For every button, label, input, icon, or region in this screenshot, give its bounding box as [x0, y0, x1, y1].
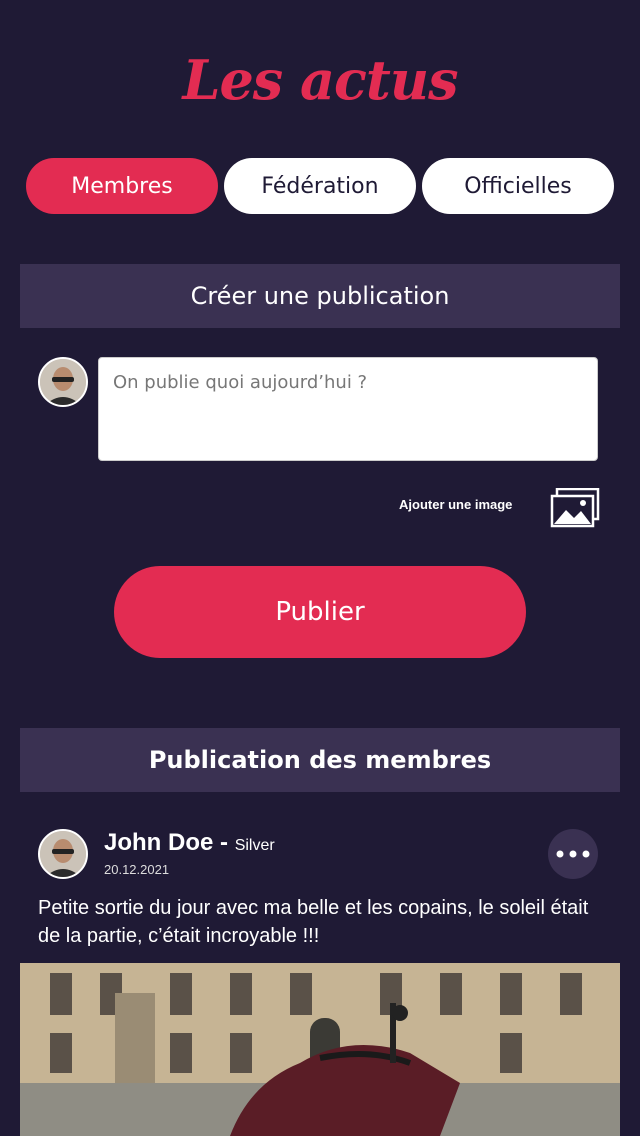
- post-text: Petite sortie du jour avec ma belle et l…: [38, 897, 589, 947]
- separator: -: [220, 829, 235, 856]
- post-input[interactable]: On publie quoi aujourd’hui ?: [98, 357, 598, 461]
- tab-federation[interactable]: Fédération: [224, 158, 416, 214]
- post-date: 20.12.2021: [104, 862, 170, 877]
- post-author-level: Silver: [234, 837, 275, 854]
- tab-officielles[interactable]: Officielles: [422, 158, 614, 214]
- members-feed-header: Publication des membres: [20, 728, 620, 792]
- avatar: [38, 357, 88, 407]
- more-options-icon[interactable]: [548, 829, 598, 879]
- post-author[interactable]: John Doe - Silver: [104, 829, 275, 857]
- create-post-header: Créer une publication: [20, 264, 620, 328]
- page-title: Les actus: [182, 48, 458, 112]
- post-author-name: John Doe: [104, 829, 214, 856]
- add-image-label[interactable]: Ajouter une image: [399, 497, 512, 512]
- members-feed-title: Publication des membres: [148, 746, 492, 774]
- tab-bar: Membres Fédération Officielles: [26, 158, 614, 214]
- image-gallery-icon[interactable]: [550, 487, 600, 528]
- tab-membres[interactable]: Membres: [26, 158, 218, 214]
- post-photo[interactable]: [20, 963, 620, 1136]
- post-author-avatar[interactable]: [38, 829, 88, 879]
- publish-button[interactable]: Publier: [114, 566, 526, 658]
